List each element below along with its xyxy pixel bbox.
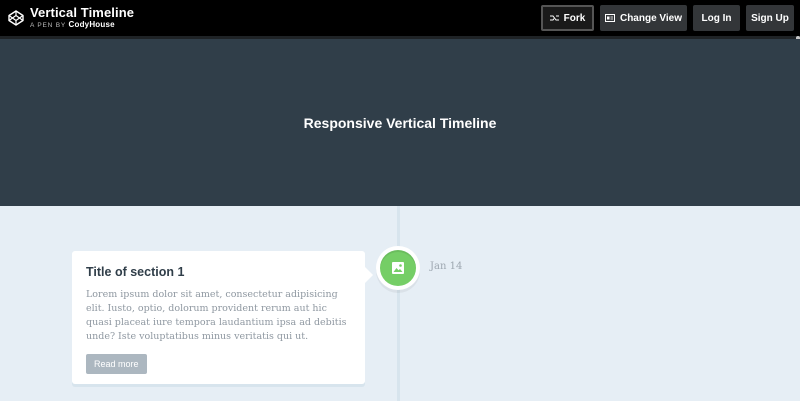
timeline-marker: [380, 250, 416, 286]
read-more-button[interactable]: Read more: [86, 354, 147, 374]
timeline-card: Title of section 1 Lorem ipsum dolor sit…: [72, 251, 373, 384]
timeline-date: Jan 14: [430, 261, 463, 272]
fork-icon: [549, 15, 559, 21]
codepen-logo-icon: [8, 10, 24, 26]
image-icon: [392, 262, 404, 274]
timeline-card-text: Lorem ipsum dolor sit amet, consectetur …: [86, 289, 347, 342]
change-view-label: Change View: [619, 12, 683, 24]
pen-by-label: A PEN BY: [30, 22, 66, 30]
signup-button[interactable]: Sign Up: [746, 5, 794, 31]
timeline-section: Title of section 1 Lorem ipsum dolor sit…: [0, 206, 800, 401]
codepen-topbar: Vertical Timeline A PEN BY CodyHouse For…: [0, 0, 800, 36]
page-title: Responsive Vertical Timeline: [303, 114, 497, 131]
topbar-actions: Fork Change View Log In Sign Up: [541, 5, 794, 31]
brand[interactable]: Vertical Timeline A PEN BY CodyHouse: [8, 6, 134, 30]
page-header: Responsive Vertical Timeline: [0, 39, 800, 206]
change-view-button[interactable]: Change View: [600, 5, 687, 31]
timeline-card-title: Title of section 1: [86, 265, 185, 279]
layout-icon: [604, 14, 615, 22]
login-button[interactable]: Log In: [693, 5, 740, 31]
pen-author-link[interactable]: CodyHouse: [69, 20, 115, 29]
pen-author-line: A PEN BY CodyHouse: [30, 21, 134, 30]
fork-label: Fork: [563, 12, 586, 24]
timeline-line: [397, 206, 400, 401]
pen-title: Vertical Timeline: [30, 5, 135, 21]
fork-button[interactable]: Fork: [541, 5, 594, 31]
